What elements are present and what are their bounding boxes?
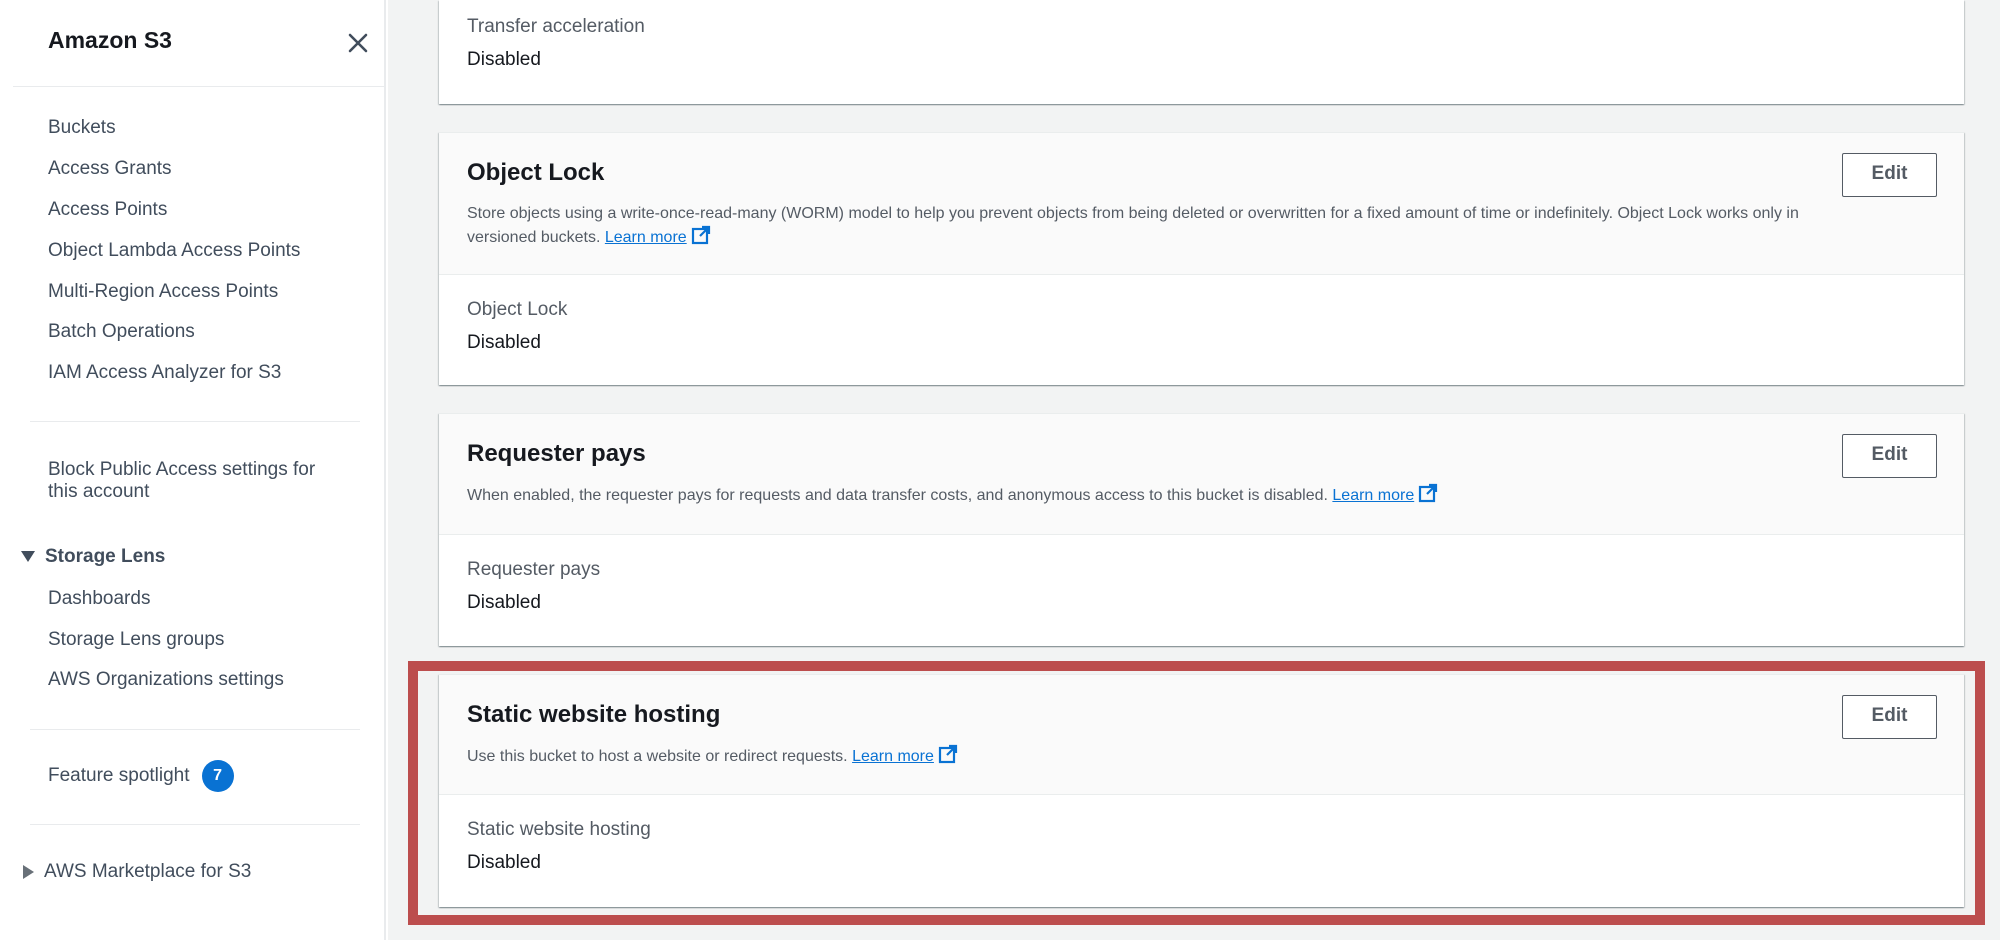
requester-pays-field-label: Requester pays: [467, 559, 601, 580]
sidebar-header: Amazon S3: [13, 0, 386, 87]
object-lock-field-value: Disabled: [467, 332, 541, 353]
caret-right-icon: [23, 864, 34, 879]
requester-pays-header: Requester pays Edit When enabled, the re…: [439, 414, 1964, 535]
sidebar-divider: [30, 824, 360, 825]
transfer-acceleration-card: Transfer acceleration Disabled: [439, 0, 1964, 104]
object-lock-description-line1: Store objects using a write-once-read-ma…: [467, 205, 1799, 222]
static-website-hosting-learn-more-link[interactable]: Learn more: [852, 748, 934, 765]
sidebar-item-feature-spotlight[interactable]: Feature spotlight 7: [48, 760, 234, 792]
requester-pays-description: When enabled, the requester pays for req…: [467, 483, 1438, 507]
object-lock-header: Object Lock Edit Store objects using a w…: [439, 133, 1964, 275]
sidebar-item-iam-access-analyzer[interactable]: IAM Access Analyzer for S3: [48, 362, 281, 384]
static-website-hosting-edit-button[interactable]: Edit: [1842, 695, 1937, 739]
aws-marketplace-label: AWS Marketplace for S3: [44, 861, 252, 882]
notification-badge: 7: [201, 760, 234, 792]
static-website-hosting-header: Static website hosting Edit Use this buc…: [439, 675, 1964, 795]
object-lock-field-label: Object Lock: [467, 299, 568, 320]
requester-pays-description-text: When enabled, the requester pays for req…: [467, 487, 1328, 504]
requester-pays-title: Requester pays: [467, 440, 646, 467]
block-public-access-line2: this account: [48, 481, 150, 502]
sidebar-item-access-points[interactable]: Access Points: [48, 199, 167, 221]
sidebar-item-batch-operations[interactable]: Batch Operations: [48, 321, 195, 343]
transfer-acceleration-label: Transfer acceleration: [467, 16, 645, 37]
sidebar-section-storage-lens[interactable]: Storage Lens: [21, 546, 165, 568]
external-link-icon[interactable]: [938, 744, 958, 764]
requester-pays-field-value: Disabled: [467, 592, 541, 613]
sidebar-divider: [30, 421, 360, 422]
requester-pays-edit-button[interactable]: Edit: [1842, 434, 1937, 478]
external-link-icon[interactable]: [691, 225, 711, 245]
navigation-sidebar: Amazon S3 Buckets Access Grants Access P…: [0, 0, 386, 940]
static-website-hosting-field-label: Static website hosting: [467, 819, 651, 840]
object-lock-edit-button[interactable]: Edit: [1842, 153, 1937, 197]
object-lock-title: Object Lock: [467, 159, 605, 186]
external-link-icon[interactable]: [1418, 483, 1438, 503]
sidebar-item-storage-lens-groups[interactable]: Storage Lens groups: [48, 629, 224, 651]
sidebar-section-aws-marketplace[interactable]: AWS Marketplace for S3: [23, 861, 251, 883]
static-website-hosting-title: Static website hosting: [467, 701, 721, 728]
requester-pays-learn-more-link[interactable]: Learn more: [1332, 487, 1414, 504]
static-website-hosting-description-text: Use this bucket to host a website or red…: [467, 748, 848, 765]
sidebar-item-access-grants[interactable]: Access Grants: [48, 158, 172, 180]
object-lock-learn-more-link[interactable]: Learn more: [605, 229, 687, 246]
requester-pays-card: Requester pays Edit When enabled, the re…: [439, 413, 1964, 646]
sidebar-item-dashboards[interactable]: Dashboards: [48, 588, 150, 610]
transfer-acceleration-value: Disabled: [467, 49, 541, 70]
sidebar-item-object-lambda-access-points[interactable]: Object Lambda Access Points: [48, 240, 300, 262]
static-website-hosting-description: Use this bucket to host a website or red…: [467, 744, 958, 768]
close-icon[interactable]: [343, 28, 373, 58]
sidebar-divider: [30, 729, 360, 730]
feature-spotlight-label: Feature spotlight: [48, 765, 190, 787]
static-website-hosting-card: Static website hosting Edit Use this buc…: [439, 674, 1964, 907]
sidebar-title: Amazon S3: [48, 27, 172, 53]
static-website-hosting-field-value: Disabled: [467, 852, 541, 873]
block-public-access-line1: Block Public Access settings for: [48, 459, 316, 480]
caret-down-icon: [21, 551, 35, 563]
object-lock-card: Object Lock Edit Store objects using a w…: [439, 132, 1964, 385]
sidebar-item-buckets[interactable]: Buckets: [48, 117, 116, 139]
sidebar-item-aws-organizations-settings[interactable]: AWS Organizations settings: [48, 669, 284, 691]
sidebar-item-block-public-access[interactable]: Block Public Access settings for this ac…: [48, 459, 315, 503]
storage-lens-label: Storage Lens: [45, 546, 166, 567]
sidebar-item-multi-region-access-points[interactable]: Multi-Region Access Points: [48, 281, 278, 303]
object-lock-description: Store objects using a write-once-read-ma…: [467, 202, 1887, 249]
object-lock-description-line2: versioned buckets.: [467, 229, 601, 246]
